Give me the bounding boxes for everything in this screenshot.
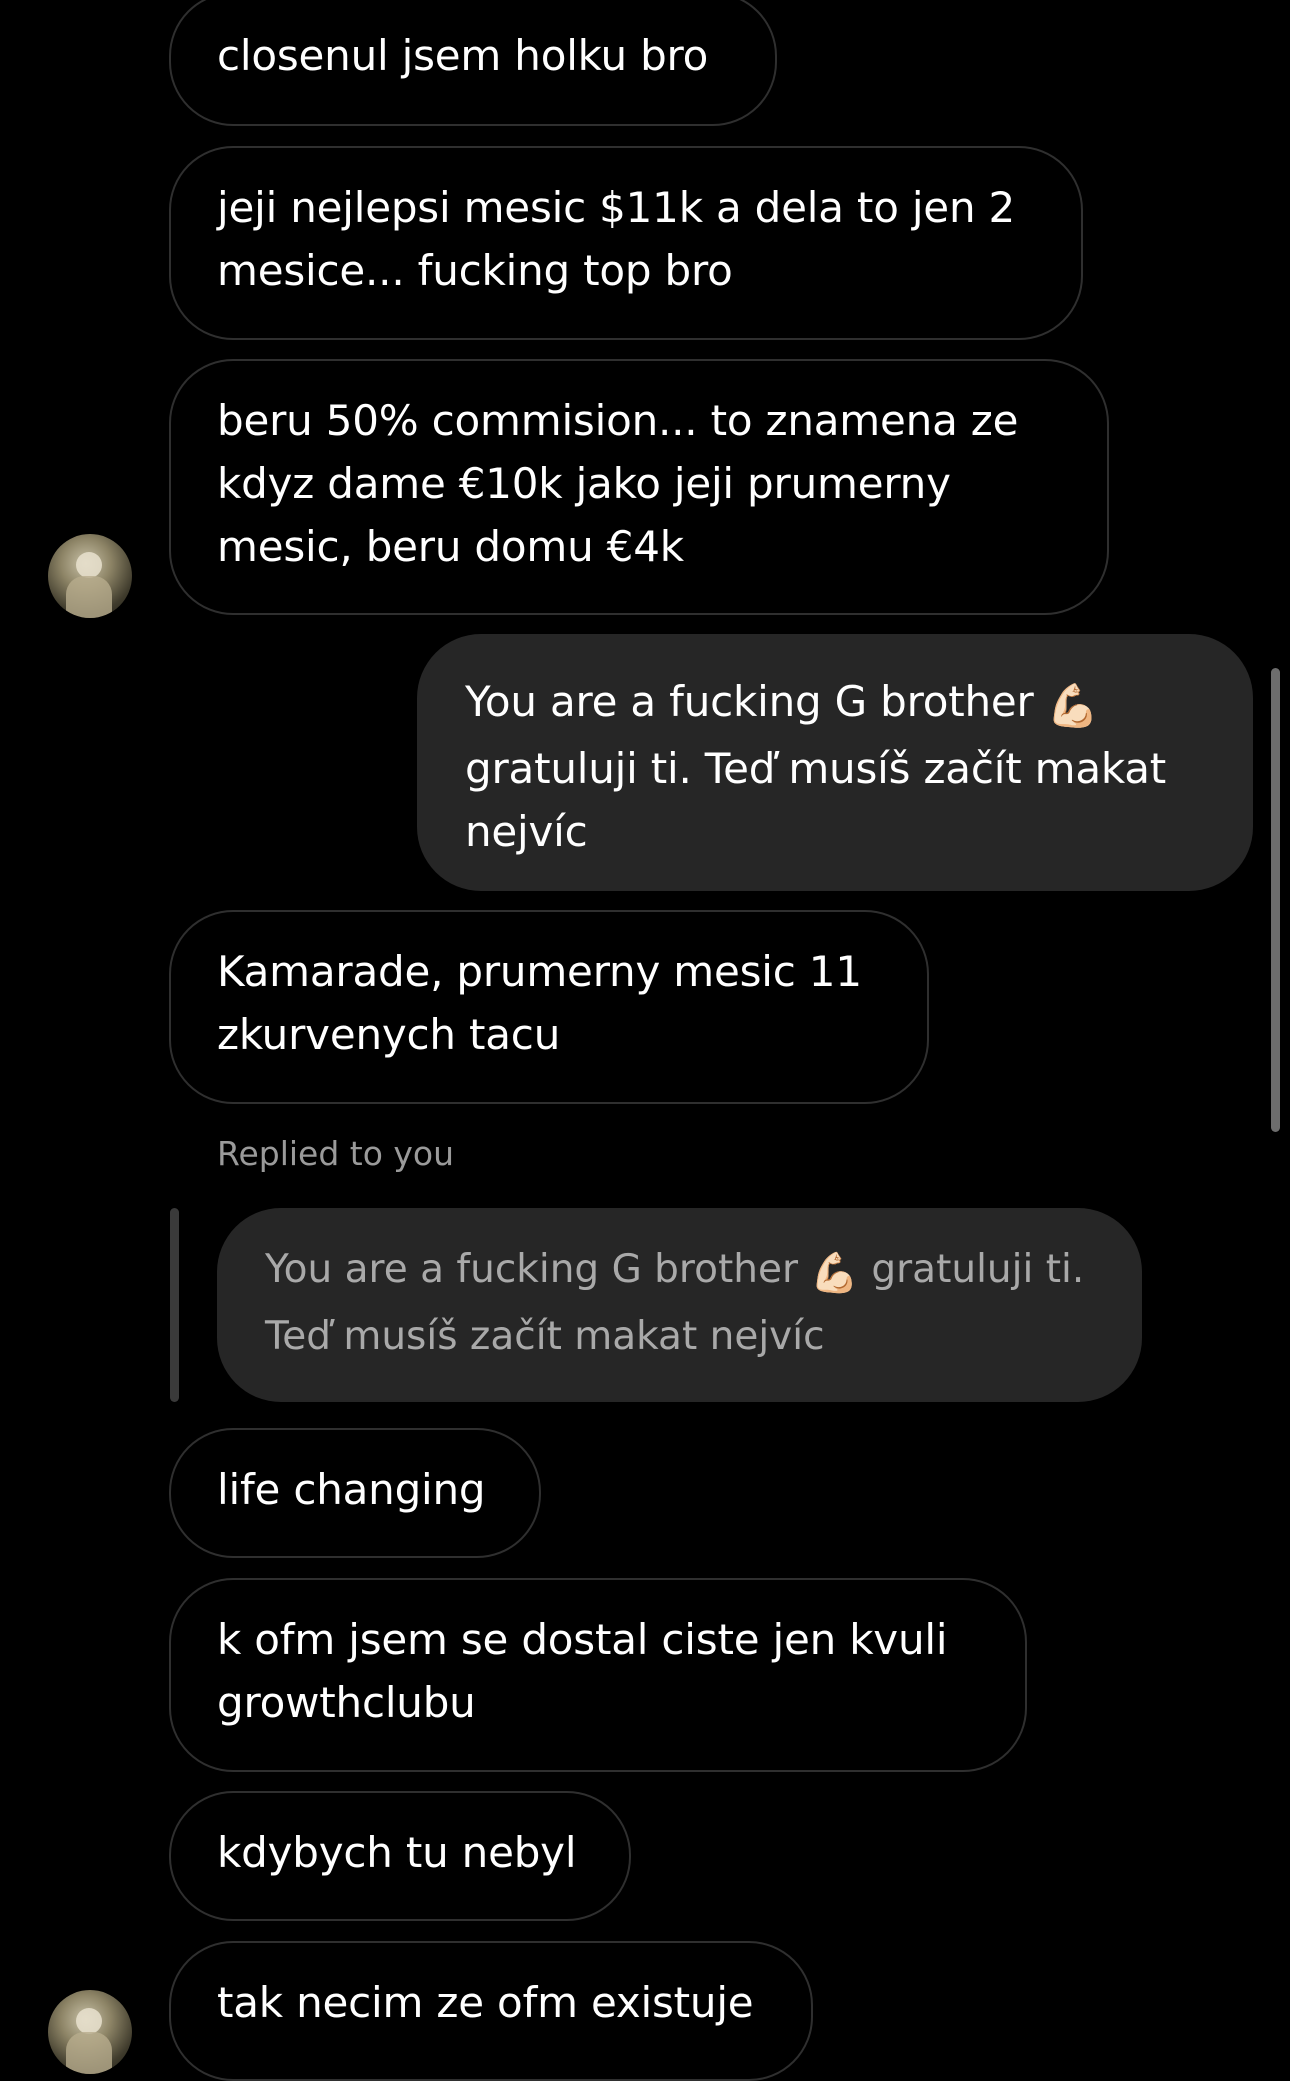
- message-bubble-incoming[interactable]: jeji nejlepsi mesic $11k a dela to jen 2…: [169, 146, 1083, 340]
- message-bubble-incoming[interactable]: k ofm jsem se dostal ciste jen kvuli gro…: [169, 1578, 1027, 1772]
- message-text: mesice... fucking top bro: [217, 246, 733, 295]
- message-bubble-incoming[interactable]: tak necim ze ofm existuje: [169, 1941, 813, 2081]
- message-text: zkurvenych tacu: [217, 1010, 561, 1059]
- message-text: You are a fucking G brother 💪🏻: [465, 670, 1207, 737]
- quote-text-part: You are a fucking G brother: [265, 1247, 811, 1292]
- avatar-body-shape: [66, 2032, 112, 2074]
- message-text-part: You are a fucking G brother: [465, 677, 1047, 726]
- reply-quote-bubble[interactable]: You are a fucking G brother 💪🏻 gratuluji…: [217, 1208, 1142, 1402]
- message-text: nejvíc: [465, 807, 588, 856]
- avatar-head-shape: [76, 552, 102, 578]
- message-text: growthclubu: [217, 1678, 476, 1727]
- message-text: gratuluji ti. Teď musíš začít makat: [465, 744, 1167, 793]
- message-bubble-incoming[interactable]: life changing: [169, 1428, 541, 1558]
- flexed-biceps-icon: 💪🏻: [810, 1251, 859, 1296]
- message-text: Kamarade, prumerny mesic 11: [217, 947, 862, 996]
- quote-text: You are a fucking G brother 💪🏻 gratuluji…: [265, 1238, 1096, 1305]
- avatar[interactable]: [48, 1990, 132, 2074]
- quote-text: Teď musíš začít makat nejvíc: [265, 1314, 825, 1359]
- message-text: k ofm jsem se dostal ciste jen kvuli: [217, 1615, 948, 1664]
- message-text: tak necim ze ofm existuje: [217, 1978, 754, 2027]
- flexed-biceps-icon: 💪🏻: [1046, 681, 1099, 730]
- replied-to-label: Replied to you: [217, 1134, 455, 1173]
- message-text: life changing: [217, 1465, 486, 1514]
- chat-thread[interactable]: closenul jsem holku bro jeji nejlepsi me…: [0, 0, 1290, 2081]
- message-bubble-incoming[interactable]: beru 50% commision... to znamena ze kdyz…: [169, 359, 1109, 615]
- message-text: kdyz dame €10k jako jeji prumerny: [217, 459, 951, 508]
- message-bubble-incoming[interactable]: kdybych tu nebyl: [169, 1791, 631, 1921]
- quote-text-part: gratuluji ti.: [858, 1247, 1085, 1292]
- message-text: mesic, beru domu €4k: [217, 522, 684, 571]
- avatar[interactable]: [48, 534, 132, 618]
- message-text: jeji nejlepsi mesic $11k a dela to jen 2: [217, 183, 1016, 232]
- scrollbar-thumb[interactable]: [1271, 668, 1280, 1132]
- message-text: kdybych tu nebyl: [217, 1828, 577, 1877]
- message-bubble-incoming[interactable]: Kamarade, prumerny mesic 11 zkurvenych t…: [169, 910, 929, 1104]
- avatar-body-shape: [66, 576, 112, 618]
- message-text: closenul jsem holku bro: [217, 31, 709, 80]
- avatar-head-shape: [76, 2008, 102, 2034]
- message-bubble-outgoing[interactable]: You are a fucking G brother 💪🏻 gratuluji…: [417, 634, 1253, 891]
- reply-indicator-bar: [170, 1208, 179, 1402]
- message-text: beru 50% commision... to znamena ze: [217, 396, 1019, 445]
- message-bubble-incoming[interactable]: closenul jsem holku bro: [169, 0, 777, 126]
